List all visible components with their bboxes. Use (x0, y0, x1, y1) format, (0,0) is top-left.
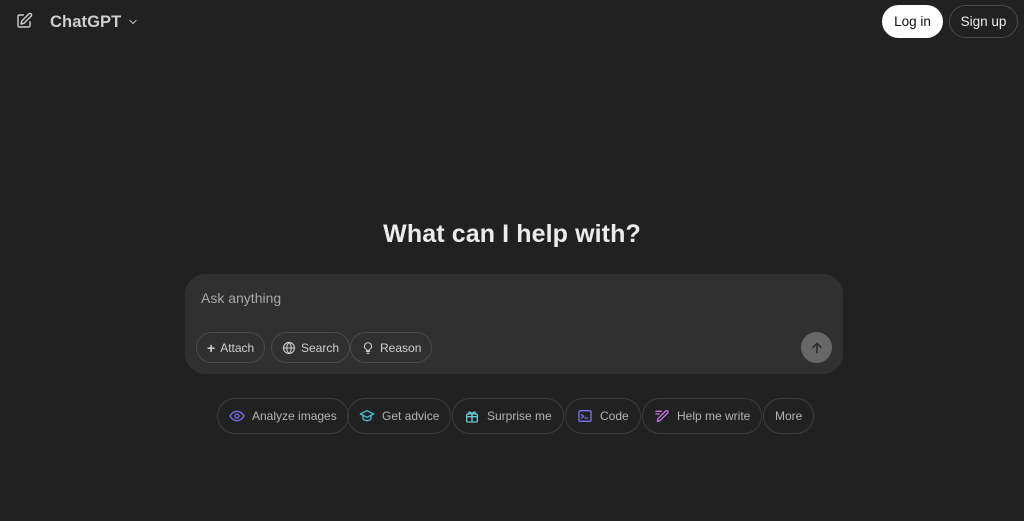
suggestion-analyze-images[interactable]: Analyze images (217, 398, 349, 434)
page-title: What can I help with? (383, 220, 641, 248)
model-switcher[interactable]: ChatGPT (44, 8, 145, 36)
new-chat-button[interactable] (10, 7, 38, 35)
reason-button[interactable]: Reason (350, 332, 433, 363)
suggestion-code[interactable]: Code (565, 398, 641, 434)
arrow-up-icon (810, 341, 824, 355)
suggestion-label: Code (600, 409, 629, 423)
suggestion-label: Surprise me (487, 409, 552, 423)
prompt-composer: + Attach Search Reason (185, 274, 843, 374)
suggestion-get-advice[interactable]: Get advice (347, 398, 452, 434)
prompt-input[interactable] (199, 286, 823, 310)
reason-label: Reason (380, 340, 422, 355)
pencil-square-icon (15, 12, 33, 30)
pen-icon (654, 408, 670, 424)
suggestion-surprise-me[interactable]: Surprise me (452, 398, 564, 434)
model-name: ChatGPT (50, 12, 122, 31)
lightbulb-icon (361, 341, 375, 355)
send-button[interactable] (801, 332, 832, 363)
attach-label: Attach (220, 340, 255, 355)
gift-icon (464, 408, 480, 424)
suggestion-more[interactable]: More (763, 398, 815, 434)
attach-button[interactable]: + Attach (196, 332, 266, 363)
suggestion-label: Get advice (382, 409, 440, 423)
chevron-down-icon (127, 16, 139, 28)
login-button[interactable]: Log in (882, 5, 943, 38)
suggestion-help-me-write[interactable]: Help me write (642, 398, 763, 434)
top-bar: ChatGPT Log in Sign up (0, 0, 1024, 44)
graduation-cap-icon (359, 408, 375, 424)
suggestion-label: More (775, 409, 803, 423)
globe-icon (282, 341, 296, 355)
chatgpt-home: ChatGPT Log in Sign up What can I help w… (0, 0, 1024, 521)
search-button[interactable]: Search (271, 332, 351, 363)
eye-icon (229, 408, 245, 424)
plus-icon: + (207, 339, 216, 356)
suggestion-label: Analyze images (252, 409, 337, 423)
search-label: Search (301, 340, 340, 355)
suggestion-label: Help me write (677, 409, 751, 423)
signup-button[interactable]: Sign up (949, 5, 1018, 38)
terminal-icon (577, 408, 593, 424)
